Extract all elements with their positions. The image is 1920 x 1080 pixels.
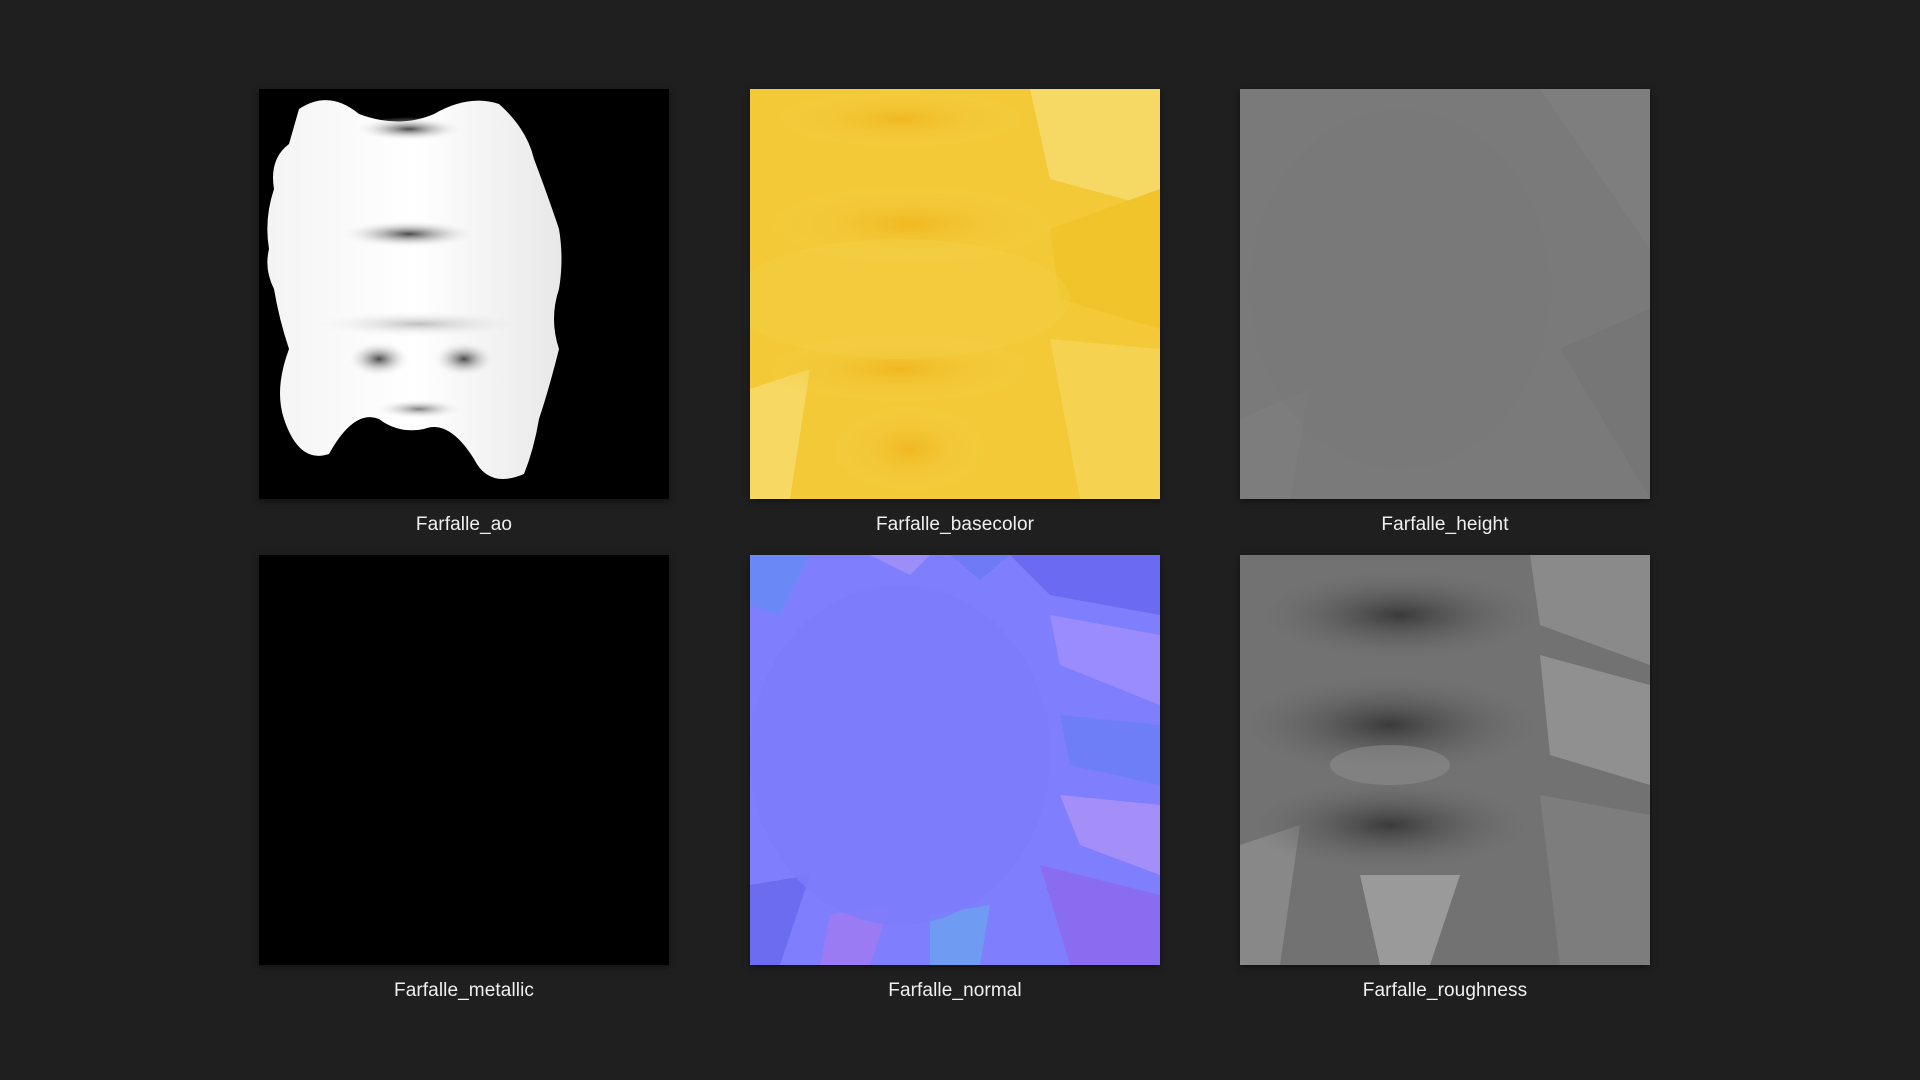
basecolor-texture-thumbnail <box>750 89 1160 499</box>
file-grid: Farfalle_ao Farfalle_basecolor Farfalle_… <box>0 0 1920 1080</box>
file-item-roughness[interactable]: Farfalle_roughness <box>1240 555 1650 1003</box>
ao-texture-thumbnail <box>259 89 669 499</box>
file-label: Farfalle_basecolor <box>875 514 1035 535</box>
height-texture-thumbnail <box>1240 89 1650 499</box>
file-item-normal[interactable]: Farfalle_normal <box>750 555 1160 1003</box>
roughness-texture-thumbnail <box>1240 555 1650 965</box>
metallic-texture-thumbnail <box>259 555 669 965</box>
file-label: Farfalle_roughness <box>1362 980 1528 1001</box>
file-label: Farfalle_metallic <box>393 980 535 1001</box>
normal-texture-thumbnail <box>750 555 1160 965</box>
file-item-basecolor[interactable]: Farfalle_basecolor <box>750 89 1160 537</box>
file-item-metallic[interactable]: Farfalle_metallic <box>259 555 669 1003</box>
file-item-height[interactable]: Farfalle_height <box>1240 89 1650 537</box>
file-label: Farfalle_ao <box>415 514 513 535</box>
file-label: Farfalle_height <box>1381 514 1509 535</box>
file-item-ao[interactable]: Farfalle_ao <box>259 89 669 537</box>
file-label: Farfalle_normal <box>888 980 1022 1001</box>
